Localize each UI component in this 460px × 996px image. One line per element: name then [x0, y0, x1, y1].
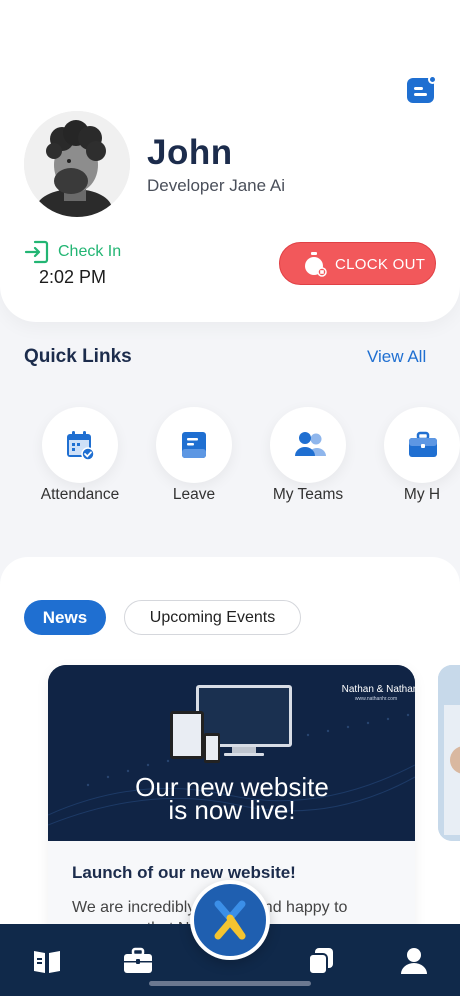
quick-link-attendance[interactable]: Attendance [20, 404, 140, 514]
briefcase-icon [409, 431, 437, 457]
website-launch-image: Nathan & Nathan www.nathanhr.com Our new… [48, 665, 415, 841]
check-in-time: 2:02 PM [39, 267, 107, 287]
app-logo-icon [214, 900, 246, 940]
tab-upcoming-events[interactable]: Upcoming Events [124, 600, 301, 635]
clock-out-label: CLOCK OUT [335, 256, 426, 273]
quick-link-icon-circle [42, 407, 118, 483]
user-icon[interactable] [399, 946, 429, 976]
quick-link-my-h[interactable]: My H [362, 404, 460, 514]
quick-link-label: My H [403, 486, 441, 503]
menu-line-icon [414, 93, 427, 96]
quick-links-title: Quick Links [24, 346, 132, 367]
quick-link-leave[interactable]: Leave [134, 404, 254, 514]
quick-link-label: My Teams [272, 486, 344, 503]
news-card-next-image [438, 665, 460, 841]
briefcase-icon[interactable] [123, 946, 153, 976]
menu-line-icon [414, 87, 423, 90]
quick-link-icon-circle [270, 407, 346, 483]
screen: John Developer Jane Ai Check In 2:02 PM … [0, 0, 460, 996]
notification-dot-icon [428, 75, 437, 84]
stopwatch-icon [305, 252, 327, 277]
clock-out-button[interactable]: CLOCK OUT [279, 242, 436, 285]
book-icon[interactable] [32, 946, 62, 976]
document-icon [182, 432, 206, 458]
news-card-next[interactable] [438, 665, 460, 841]
quick-link-icon-circle [156, 407, 232, 483]
avatar[interactable] [24, 111, 130, 217]
user-role: Developer Jane Ai [147, 176, 285, 195]
home-fab-button[interactable] [190, 880, 270, 960]
tab-news[interactable]: News [24, 600, 106, 635]
avatar-portrait-icon [24, 111, 130, 217]
check-in-icon [24, 240, 49, 264]
users-icon [295, 432, 326, 456]
copy-icon[interactable] [306, 946, 336, 976]
news-image-headline-2: is now live! [168, 795, 295, 825]
home-indicator [149, 981, 311, 986]
quick-link-label: Leave [172, 486, 216, 503]
news-image-url: www.nathanhr.com [355, 696, 397, 702]
news-image-brand: Nathan & Nathan [342, 684, 415, 695]
menu-button[interactable] [407, 75, 437, 103]
calendar-check-icon [67, 431, 94, 460]
news-card-image: Nathan & Nathan www.nathanhr.com Our new… [48, 665, 415, 841]
quick-link-label: Attendance [40, 486, 120, 503]
user-name: John [147, 133, 233, 172]
quick-link-my-teams[interactable]: My Teams [248, 404, 368, 514]
check-in-label: Check In [58, 243, 122, 260]
view-all-link[interactable]: View All [367, 347, 426, 367]
quick-link-icon-circle [384, 407, 460, 483]
